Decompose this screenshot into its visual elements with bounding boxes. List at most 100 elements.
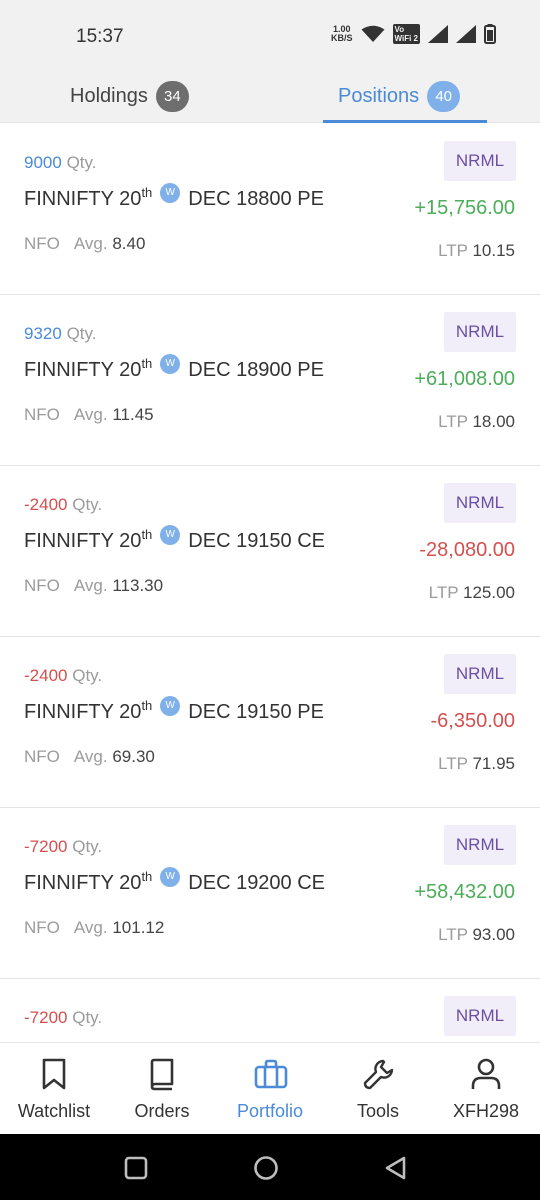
position-qty: 9320 Qty. [24, 324, 96, 344]
position-pnl: -28,080.00 [419, 539, 515, 561]
user-icon [471, 1058, 501, 1089]
wrench-icon [363, 1059, 394, 1090]
weekly-badge: W [160, 525, 181, 545]
positions-list[interactable]: 9000 Qty. FINNIFTY 20th W DEC 18800 PE NFO… [0, 124, 540, 1042]
exchange-label: NFO [24, 405, 60, 424]
exchange-label: NFO [24, 747, 60, 766]
position-row[interactable]: -2400 Qty. FINNIFTY 20th W DEC 19150 PE NF… [0, 637, 540, 808]
tab-positions[interactable]: Positions 40 [338, 70, 461, 123]
nav-profile-label: XFH298 [452, 1101, 520, 1121]
qty-label: Qty. [72, 495, 103, 514]
wifi-calling-label: WiFi 2 [394, 34, 418, 43]
weekly-badge: W [160, 354, 181, 374]
qty-label: Qty. [66, 153, 97, 172]
ltp-label: LTP [438, 241, 468, 260]
tab-positions-label: Positions [338, 85, 420, 107]
status-time: 15:37 [76, 26, 124, 47]
back-triangle-icon[interactable] [383, 1155, 409, 1181]
nav-tools[interactable]: Tools [324, 1043, 432, 1135]
qty-label: Qty. [72, 837, 103, 856]
avg-label: Avg. [73, 747, 108, 766]
product-type-tag: NRML [444, 996, 516, 1036]
expiry-suffix: th [141, 356, 153, 371]
book-icon [150, 1058, 174, 1091]
position-ltp: LTP 125.00 [429, 583, 515, 603]
nav-watchlist-label: Watchlist [17, 1101, 91, 1121]
position-qty: -2400 Qty. [24, 666, 102, 686]
app-screen: 15:37 1.00 KB/S Vo WiFi 2 Holdings 34 Po… [0, 0, 540, 1200]
circle-icon[interactable] [253, 1155, 279, 1181]
signal-icon [428, 25, 448, 43]
nav-tools-label: Tools [356, 1101, 400, 1121]
ltp-label: LTP [438, 925, 468, 944]
product-type-tag: NRML [444, 141, 516, 181]
qty-value: -7200 [24, 837, 68, 856]
qty-label: Qty. [72, 1008, 103, 1027]
qty-value: -7200 [24, 1008, 68, 1027]
product-type-tag: NRML [444, 312, 516, 352]
instrument-name: FINNIFTY 20th W DEC 19150 PE [24, 696, 324, 726]
instrument-contract: DEC 19150 PE [188, 701, 324, 723]
position-row[interactable]: -7200 Qty. FINNIFTY 20th W DEC 19200 CE NF… [0, 808, 540, 979]
position-ltp: LTP 10.15 [438, 241, 515, 261]
nav-orders[interactable]: Orders [108, 1043, 216, 1135]
bottom-nav: Watchlist Orders Portfolio Tools XFH298 [0, 1042, 540, 1134]
qty-value: 9320 [24, 324, 62, 343]
qty-label: Qty. [66, 324, 97, 343]
position-pnl: +61,008.00 [414, 368, 515, 390]
instrument-name: FINNIFTY 20th W DEC 19200 CE [24, 867, 325, 897]
signal-icon [456, 25, 476, 43]
position-row[interactable]: -2400 Qty. FINNIFTY 20th W DEC 19150 CE NF… [0, 466, 540, 637]
position-ltp: LTP 93.00 [438, 925, 515, 945]
exchange-label: NFO [24, 918, 60, 937]
avg-label: Avg. [73, 405, 108, 424]
square-icon[interactable] [124, 1156, 148, 1180]
position-qty: 9000 Qty. [24, 153, 96, 173]
qty-value: -2400 [24, 666, 68, 685]
system-nav-bar [0, 1134, 540, 1200]
position-meta: NFO Avg. 69.30 [24, 747, 155, 767]
expiry-suffix: th [141, 185, 153, 200]
position-ltp: LTP 71.95 [438, 754, 515, 774]
wifi-icon [361, 25, 385, 42]
instrument-name: FINNIFTY 20th W DEC 18800 PE [24, 183, 324, 213]
avg-price: 101.12 [112, 918, 165, 937]
qty-value: -2400 [24, 495, 68, 514]
product-type-tag: NRML [444, 825, 516, 865]
qty-value: 9000 [24, 153, 62, 172]
position-pnl: -6,350.00 [430, 710, 515, 732]
positions-count-badge: 40 [427, 81, 461, 112]
tab-holdings-label: Holdings [70, 85, 148, 107]
position-meta: NFO Avg. 101.12 [24, 918, 164, 938]
avg-price: 113.30 [112, 576, 164, 595]
avg-price: 69.30 [112, 747, 155, 766]
position-row[interactable]: 9320 Qty. FINNIFTY 20th W DEC 18900 PE NFO… [0, 295, 540, 466]
volte-wifi-badge: Vo WiFi 2 [392, 24, 420, 44]
nav-watchlist[interactable]: Watchlist [0, 1043, 108, 1135]
avg-label: Avg. [73, 918, 108, 937]
weekly-badge: W [160, 183, 181, 203]
avg-price: 8.40 [112, 234, 146, 253]
avg-label: Avg. [73, 234, 108, 253]
position-meta: NFO Avg. 113.30 [24, 576, 163, 596]
avg-label: Avg. [73, 576, 108, 595]
avg-price: 11.45 [112, 405, 154, 424]
position-row[interactable]: -7200 Qty. NRML [0, 979, 540, 1042]
expiry-suffix: th [141, 527, 153, 542]
tab-holdings[interactable]: Holdings 34 [70, 70, 189, 123]
nav-portfolio[interactable]: Portfolio [216, 1043, 324, 1135]
portfolio-tabs: Holdings 34 Positions 40 [0, 70, 540, 123]
exchange-label: NFO [24, 234, 60, 253]
nav-profile[interactable]: XFH298 [432, 1043, 540, 1135]
instrument-contract: DEC 18800 PE [188, 188, 324, 210]
weekly-badge: W [160, 867, 181, 887]
position-qty: -7200 Qty. [24, 1008, 102, 1028]
weekly-badge: W [160, 696, 181, 716]
instrument-name: FINNIFTY 20th W DEC 19150 CE [24, 525, 325, 555]
expiry-suffix: th [141, 698, 153, 713]
position-meta: NFO Avg. 11.45 [24, 405, 154, 425]
instrument-contract: DEC 18900 PE [188, 359, 324, 381]
status-bar: 15:37 1.00 KB/S Vo WiFi 2 [0, 0, 540, 70]
instrument-symbol: FINNIFTY 20 [24, 359, 142, 381]
position-row[interactable]: 9000 Qty. FINNIFTY 20th W DEC 18800 PE NFO… [0, 124, 540, 295]
